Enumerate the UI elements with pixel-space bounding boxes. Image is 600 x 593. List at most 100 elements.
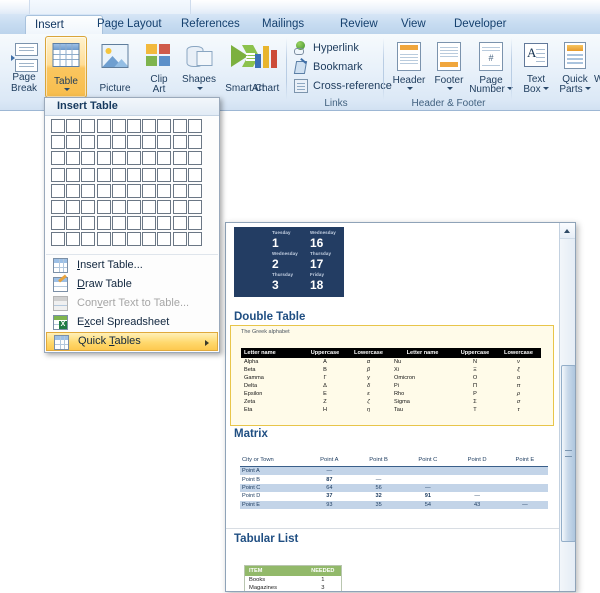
table-button[interactable]: Table bbox=[45, 36, 87, 98]
grid-cell[interactable] bbox=[126, 183, 141, 198]
menu-item-draw-table[interactable]: Draw Table bbox=[46, 274, 218, 294]
scroll-up-button[interactable] bbox=[560, 223, 575, 239]
scrollbar-thumb[interactable] bbox=[561, 365, 575, 542]
grid-cell[interactable] bbox=[126, 151, 141, 166]
quick-parts-button[interactable]: Quick Parts bbox=[554, 37, 596, 97]
grid-cell[interactable] bbox=[172, 151, 187, 166]
tab-page-layout[interactable]: Page Layout bbox=[88, 15, 171, 34]
grid-cell[interactable] bbox=[81, 135, 96, 150]
grid-cell[interactable] bbox=[96, 135, 111, 150]
grid-cell[interactable] bbox=[111, 232, 126, 247]
grid-cell[interactable] bbox=[187, 151, 202, 166]
grid-cell[interactable] bbox=[66, 135, 81, 150]
header-dropdown-arrow[interactable] bbox=[389, 85, 429, 96]
grid-cell[interactable] bbox=[111, 183, 126, 198]
grid-cell[interactable] bbox=[172, 216, 187, 231]
grid-cell[interactable] bbox=[81, 183, 96, 198]
grid-cell[interactable] bbox=[172, 199, 187, 214]
grid-cell[interactable] bbox=[111, 119, 126, 133]
page-number-button[interactable]: # Page Number bbox=[468, 37, 514, 97]
grid-cell[interactable] bbox=[187, 199, 202, 214]
grid-cell[interactable] bbox=[66, 232, 81, 247]
double-table-card[interactable]: The Greek alphabet Letter name Uppercase L… bbox=[230, 325, 554, 426]
grid-cell[interactable] bbox=[51, 135, 65, 150]
grid-cell[interactable] bbox=[187, 216, 202, 231]
grid-cell[interactable] bbox=[51, 216, 65, 231]
calendar-preview[interactable]: AY 2007 Tuesday 1 Wednesday 2 Thursday 3 bbox=[234, 227, 344, 297]
grid-cell[interactable] bbox=[51, 199, 65, 214]
grid-cell[interactable] bbox=[142, 216, 157, 231]
grid-cell[interactable] bbox=[111, 216, 126, 231]
grid-cell[interactable] bbox=[66, 167, 81, 182]
shapes-button[interactable]: Shapes bbox=[177, 37, 221, 97]
chart-button[interactable]: Chart bbox=[245, 37, 289, 97]
grid-cell[interactable] bbox=[66, 151, 81, 166]
grid-cell[interactable] bbox=[96, 232, 111, 247]
grid-cell[interactable] bbox=[142, 167, 157, 182]
grid-cell[interactable] bbox=[157, 135, 172, 150]
grid-cell[interactable] bbox=[81, 232, 96, 247]
grid-cell[interactable] bbox=[142, 199, 157, 214]
grid-cell[interactable] bbox=[111, 135, 126, 150]
grid-cell[interactable] bbox=[142, 119, 157, 133]
menu-item-insert-table[interactable]: Insert Table... bbox=[46, 256, 218, 275]
grid-cell[interactable] bbox=[157, 232, 172, 247]
grid-cell[interactable] bbox=[96, 167, 111, 182]
grid-cell[interactable] bbox=[157, 119, 172, 133]
table-dropdown-arrow[interactable] bbox=[46, 86, 86, 97]
grid-cell[interactable] bbox=[81, 151, 96, 166]
table-size-grid[interactable] bbox=[51, 119, 213, 251]
grid-cell[interactable] bbox=[96, 151, 111, 166]
grid-cell[interactable] bbox=[51, 183, 65, 198]
grid-cell[interactable] bbox=[51, 232, 65, 247]
footer-button[interactable]: Footer bbox=[428, 37, 470, 97]
grid-cell[interactable] bbox=[157, 216, 172, 231]
grid-cell[interactable] bbox=[96, 119, 111, 133]
grid-cell[interactable] bbox=[81, 199, 96, 214]
grid-cell[interactable] bbox=[81, 119, 96, 133]
clip-art-button[interactable]: Clip Art bbox=[140, 37, 178, 97]
grid-cell[interactable] bbox=[126, 216, 141, 231]
tab-mailings[interactable]: Mailings bbox=[253, 15, 313, 34]
grid-cell[interactable] bbox=[111, 167, 126, 182]
grid-cell[interactable] bbox=[157, 183, 172, 198]
grid-cell[interactable] bbox=[51, 167, 65, 182]
grid-cell[interactable] bbox=[142, 183, 157, 198]
grid-cell[interactable] bbox=[126, 135, 141, 150]
grid-cell[interactable] bbox=[142, 151, 157, 166]
grid-cell[interactable] bbox=[187, 167, 202, 182]
grid-cell[interactable] bbox=[51, 119, 65, 133]
page-break-button[interactable]: Page Break bbox=[1, 37, 47, 97]
grid-cell[interactable] bbox=[142, 232, 157, 247]
grid-cell[interactable] bbox=[142, 135, 157, 150]
grid-cell[interactable] bbox=[66, 119, 81, 133]
grid-cell[interactable] bbox=[172, 183, 187, 198]
grid-cell[interactable] bbox=[126, 199, 141, 214]
grid-cell[interactable] bbox=[172, 167, 187, 182]
menu-item-quick-tables[interactable]: Quick Tables bbox=[46, 332, 218, 351]
grid-cell[interactable] bbox=[111, 151, 126, 166]
tab-review[interactable]: Review bbox=[331, 15, 387, 34]
grid-cell[interactable] bbox=[66, 216, 81, 231]
grid-cell[interactable] bbox=[172, 135, 187, 150]
menu-item-excel-spreadsheet[interactable]: X Excel Spreadsheet bbox=[46, 313, 218, 332]
picture-button[interactable]: Picture bbox=[90, 37, 140, 97]
grid-cell[interactable] bbox=[126, 167, 141, 182]
grid-cell[interactable] bbox=[51, 151, 65, 166]
grid-cell[interactable] bbox=[187, 119, 202, 133]
grid-cell[interactable] bbox=[111, 199, 126, 214]
tab-developer[interactable]: Developer bbox=[445, 15, 515, 34]
grid-cell[interactable] bbox=[157, 151, 172, 166]
tab-references[interactable]: References bbox=[172, 15, 249, 34]
grid-cell[interactable] bbox=[187, 232, 202, 247]
grid-cell[interactable] bbox=[157, 199, 172, 214]
grid-cell[interactable] bbox=[96, 199, 111, 214]
grid-cell[interactable] bbox=[96, 183, 111, 198]
grid-cell[interactable] bbox=[172, 119, 187, 133]
gallery-scrollbar[interactable] bbox=[559, 223, 575, 591]
grid-cell[interactable] bbox=[81, 216, 96, 231]
tab-view[interactable]: View bbox=[392, 15, 435, 34]
grid-cell[interactable] bbox=[187, 183, 202, 198]
grid-cell[interactable] bbox=[126, 232, 141, 247]
text-box-button[interactable]: A Text Box bbox=[516, 37, 556, 97]
